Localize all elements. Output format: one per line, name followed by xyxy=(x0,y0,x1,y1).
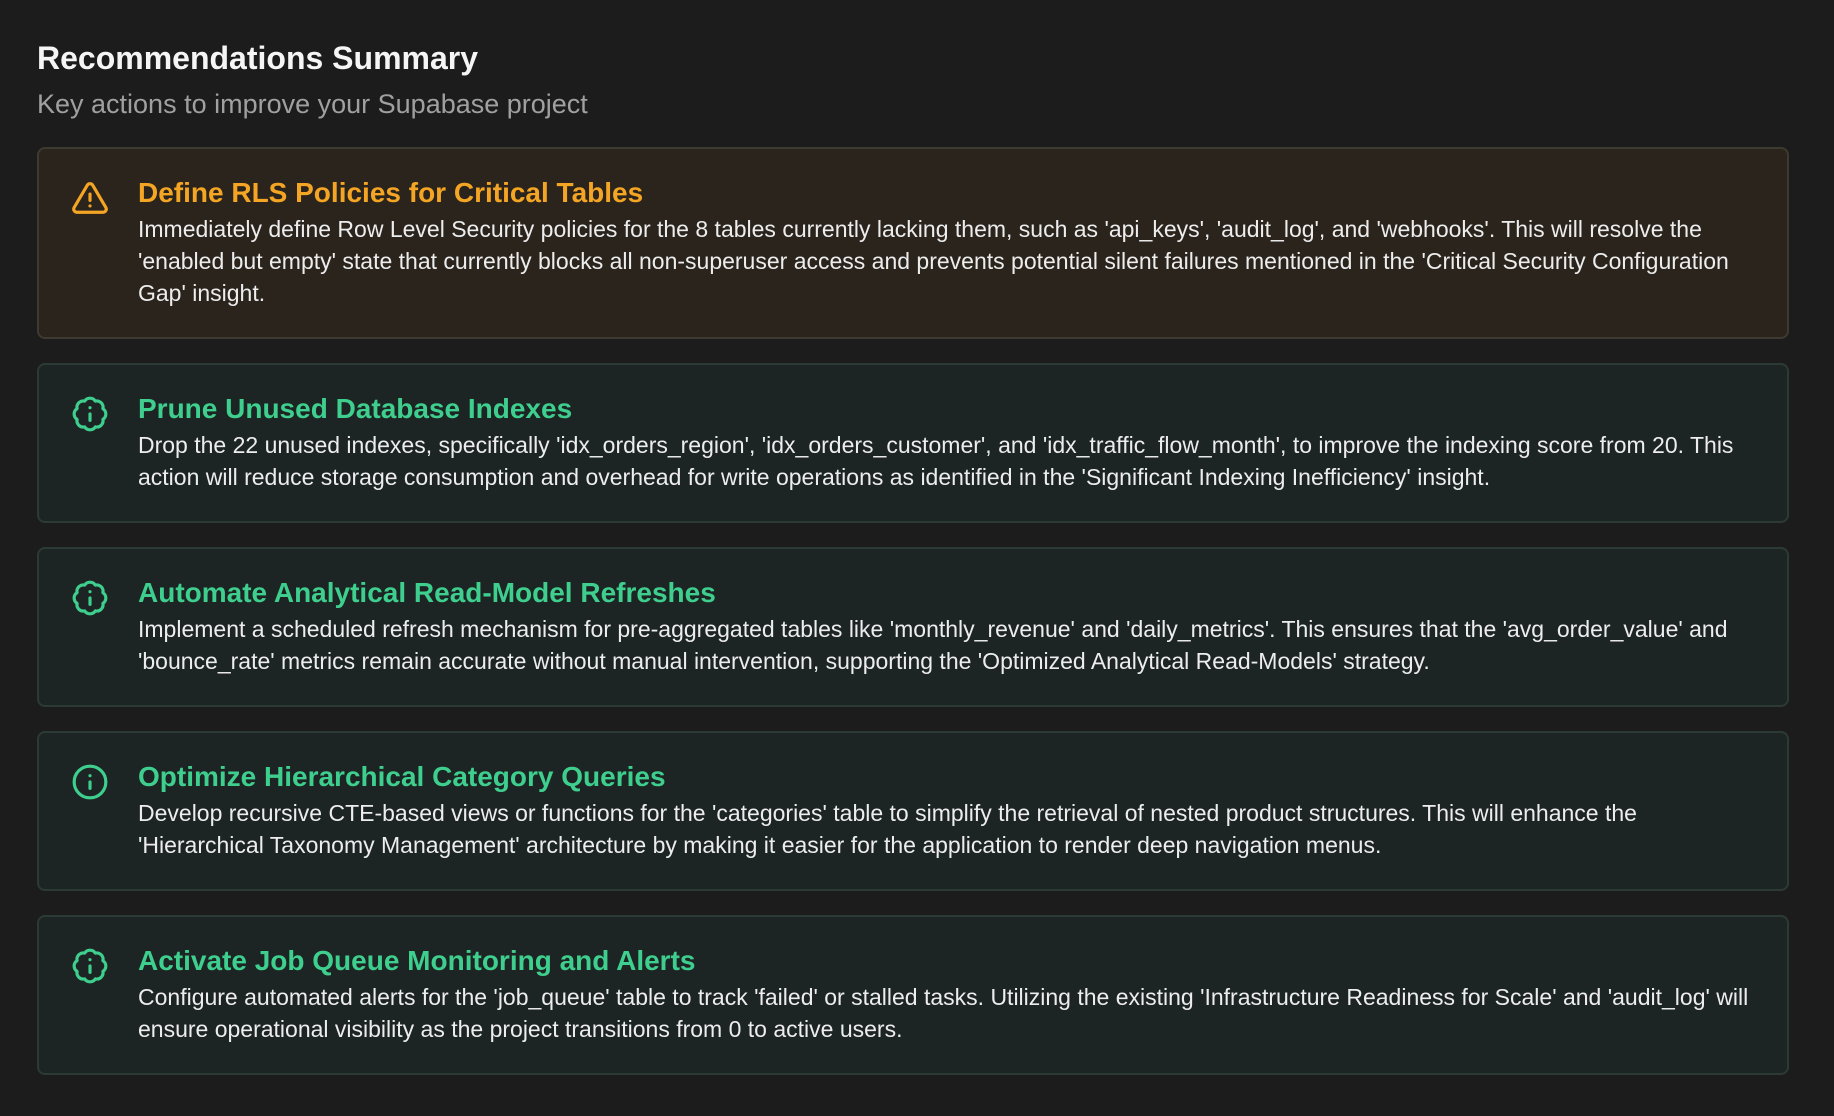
recommendations-panel: Recommendations Summary Key actions to i… xyxy=(0,0,1834,1075)
warning-triangle-icon xyxy=(71,179,109,217)
recommendation-text: Drop the 22 unused indexes, specifically… xyxy=(138,432,1734,490)
recommendation-title: Automate Analytical Read-Model Refreshes xyxy=(138,577,716,608)
recommendation-title: Optimize Hierarchical Category Queries xyxy=(138,761,666,792)
recommendation-card-hierarchical-queries: Optimize Hierarchical Category Queries D… xyxy=(37,731,1789,891)
info-badge-icon xyxy=(71,947,109,985)
recommendation-text: Immediately define Row Level Security po… xyxy=(138,216,1729,306)
recommendation-list: Define RLS Policies for Critical Tables … xyxy=(37,147,1797,1075)
recommendation-card-read-model-refreshes: Automate Analytical Read-Model Refreshes… xyxy=(37,547,1789,707)
recommendation-card-job-queue-monitoring: Activate Job Queue Monitoring and Alerts… xyxy=(37,915,1789,1075)
recommendation-title: Activate Job Queue Monitoring and Alerts xyxy=(138,945,696,976)
recommendation-text: Implement a scheduled refresh mechanism … xyxy=(138,616,1728,674)
recommendation-card-prune-indexes: Prune Unused Database Indexes Drop the 2… xyxy=(37,363,1789,523)
recommendation-text: Develop recursive CTE-based views or fun… xyxy=(138,800,1637,858)
recommendation-title: Prune Unused Database Indexes xyxy=(138,393,573,424)
recommendation-card-rls-policies: Define RLS Policies for Critical Tables … xyxy=(37,147,1789,339)
page-title: Recommendations Summary xyxy=(37,40,479,76)
info-circle-icon xyxy=(71,763,109,801)
info-badge-icon xyxy=(71,395,109,433)
recommendation-title: Define RLS Policies for Critical Tables xyxy=(138,177,644,208)
recommendation-text: Configure automated alerts for the 'job_… xyxy=(138,984,1749,1042)
info-badge-icon xyxy=(71,579,109,617)
page-subtitle: Key actions to improve your Supabase pro… xyxy=(37,89,588,119)
